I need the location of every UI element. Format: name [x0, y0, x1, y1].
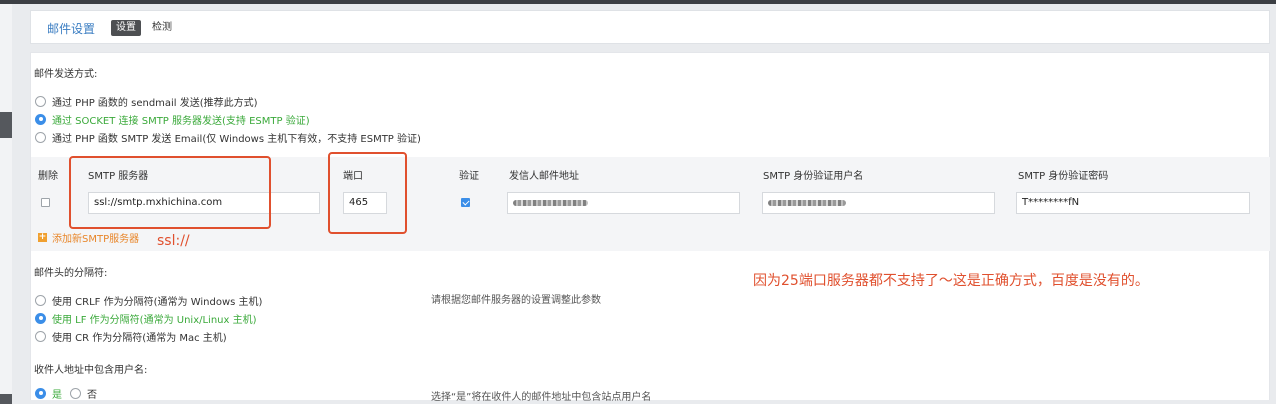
- settings-header: 邮件设置 设置 检测: [30, 10, 1270, 44]
- add-smtp-server-link[interactable]: + 添加新SMTP服务器: [38, 230, 139, 245]
- header-delete: 删除: [38, 171, 58, 182]
- auth-checkbox[interactable]: [461, 198, 470, 207]
- left-sidebar: [0, 4, 12, 404]
- smtp-username-input[interactable]: [762, 192, 995, 214]
- header-password: SMTP 身份验证密码: [1018, 171, 1109, 182]
- include-username-title: 收件人地址中包含用户名:: [34, 365, 148, 376]
- plus-icon: +: [38, 232, 47, 242]
- option-label: 使用 CRLF 作为分隔符(通常为 Windows 主机): [52, 296, 263, 308]
- radio-button[interactable]: [35, 95, 46, 107]
- send-method-option-sendmail[interactable]: 通过 PHP 函数的 sendmail 发送(推荐此方式): [35, 94, 258, 109]
- annotation-box-server: [69, 156, 271, 229]
- option-label-no[interactable]: 否: [87, 386, 97, 401]
- tab-settings[interactable]: 设置: [111, 20, 141, 36]
- separator-title: 邮件头的分隔符:: [34, 268, 108, 279]
- header-username: SMTP 身份验证用户名: [763, 171, 864, 182]
- separator-hint: 请根据您邮件服务器的设置调整此参数: [431, 295, 601, 306]
- page-title: 邮件设置: [47, 22, 96, 36]
- redacted-text: [768, 200, 846, 206]
- separator-option-cr[interactable]: 使用 CR 作为分隔符(通常为 Mac 主机): [35, 329, 227, 344]
- add-smtp-server-label: 添加新SMTP服务器: [52, 234, 140, 245]
- radio-button-selected[interactable]: [35, 387, 46, 399]
- option-label: 通过 PHP 函数 SMTP 发送 Email(仅 Windows 主机下有效，…: [52, 133, 421, 145]
- header-auth: 验证: [459, 171, 479, 182]
- header-sender: 发信人邮件地址: [509, 171, 579, 182]
- radio-button[interactable]: [35, 330, 46, 342]
- radio-button[interactable]: [35, 131, 46, 143]
- option-label: 使用 CR 作为分隔符(通常为 Mac 主机): [52, 332, 227, 344]
- settings-form: 邮件发送方式: 通过 PHP 函数的 sendmail 发送(推荐此方式) 通过…: [30, 52, 1270, 403]
- radio-button[interactable]: [70, 387, 81, 399]
- option-label: 使用 LF 作为分隔符(通常为 Unix/Linux 主机): [52, 314, 257, 326]
- radio-button-selected[interactable]: [35, 113, 46, 125]
- annotation-box-port: [328, 152, 407, 234]
- tab-test[interactable]: 检测: [147, 20, 177, 36]
- separator-option-lf[interactable]: 使用 LF 作为分隔符(通常为 Unix/Linux 主机): [35, 311, 257, 326]
- annotation-ssl-text: ssl://: [157, 233, 190, 249]
- send-method-option-socket[interactable]: 通过 SOCKET 连接 SMTP 服务器发送(支持 ESMTP 验证): [35, 112, 310, 127]
- separator-option-crlf[interactable]: 使用 CRLF 作为分隔符(通常为 Windows 主机): [35, 293, 263, 308]
- include-username-options: 是 否: [35, 386, 97, 401]
- sender-email-input[interactable]: [507, 192, 740, 214]
- option-label: 通过 PHP 函数的 sendmail 发送(推荐此方式): [52, 97, 258, 109]
- delete-checkbox[interactable]: [41, 198, 50, 207]
- annotation-note-text: 因为25端口服务器都不支持了～这是正确方式，百度是没有的。: [753, 273, 1149, 289]
- sidebar-marker-bottom[interactable]: [0, 394, 12, 404]
- send-method-option-php-smtp[interactable]: 通过 PHP 函数 SMTP 发送 Email(仅 Windows 主机下有效，…: [35, 130, 421, 145]
- include-username-hint: 选择“是”将在收件人的邮件地址中包含站点用户名: [431, 392, 652, 403]
- redacted-text: [513, 200, 588, 206]
- send-method-title: 邮件发送方式:: [34, 69, 98, 80]
- radio-button[interactable]: [35, 294, 46, 306]
- smtp-password-input[interactable]: T********fN: [1016, 192, 1250, 214]
- radio-button-selected[interactable]: [35, 312, 46, 324]
- option-label-yes[interactable]: 是: [52, 386, 62, 401]
- sidebar-active-marker[interactable]: [0, 112, 12, 138]
- window-top-strip: [0, 0, 1276, 4]
- option-label: 通过 SOCKET 连接 SMTP 服务器发送(支持 ESMTP 验证): [52, 115, 310, 127]
